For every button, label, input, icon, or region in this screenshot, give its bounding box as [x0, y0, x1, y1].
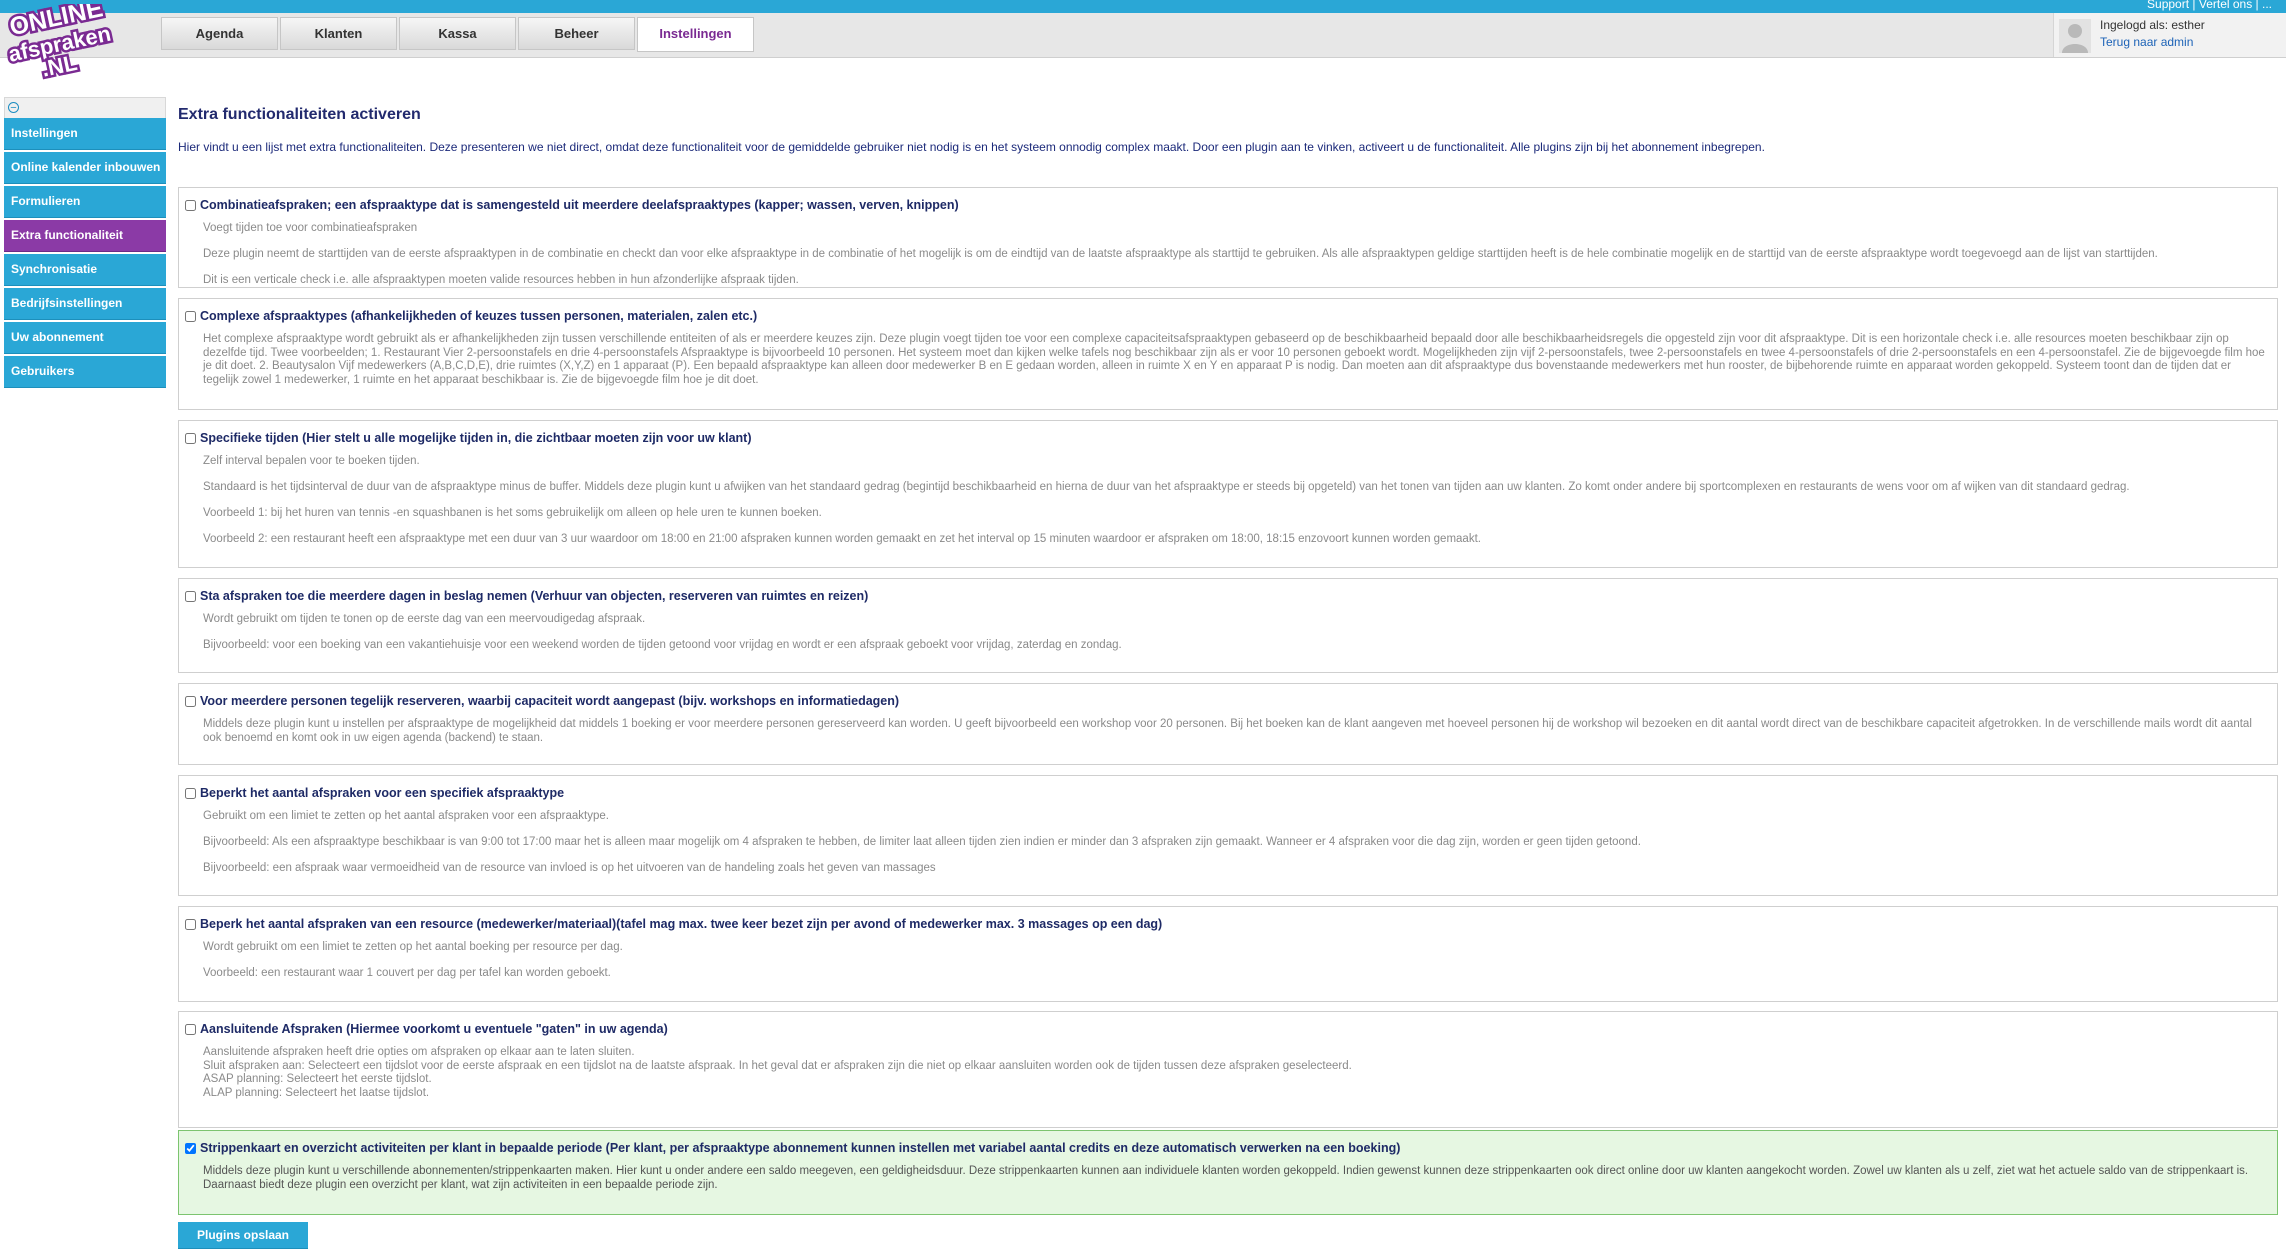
main-nav-tabs: Agenda Klanten Kassa Beheer Instellingen [161, 17, 756, 52]
plugin-description: Zelf interval bepalen voor te boeken tij… [203, 455, 2265, 547]
sidebar-item-bedrijfsinstellingen[interactable]: Bedrijfsinstellingen [4, 288, 166, 320]
plugin-desc-line: Standaard is het tijdsinterval de duur v… [203, 481, 2130, 493]
main-content: Extra functionaliteiten activeren Hier v… [178, 104, 2280, 155]
sidebar-item-instellingen[interactable]: Instellingen [4, 118, 166, 150]
minus-circle-icon[interactable]: − [8, 102, 19, 114]
plugin-aansluitende-afspraken: Aansluitende Afspraken (Hiermee voorkomt… [178, 1011, 2278, 1128]
user-box: Ingelogd als: esther Terug naar admin [2053, 13, 2286, 57]
plugin-desc-line: Voorbeeld 1: bij het huren van tennis -e… [203, 507, 822, 519]
plugin-desc-line: Bijvoorbeeld: voor een boeking van een v… [203, 639, 1122, 651]
plugin-checkbox[interactable] [185, 199, 196, 211]
plugin-desc-line: Dit is een verticale check i.e. alle afs… [203, 274, 799, 286]
plugin-checkbox[interactable] [185, 787, 196, 799]
tab-klanten[interactable]: Klanten [280, 17, 397, 50]
plugin-checkbox[interactable] [185, 1023, 196, 1035]
plugin-title: Strippenkaart en overzicht activiteiten … [200, 1141, 1401, 1155]
sidebar-item-online-kalender[interactable]: Online kalender inbouwen [4, 152, 166, 184]
plugin-checkbox[interactable] [185, 590, 196, 602]
back-to-admin-link[interactable]: Terug naar admin [2100, 35, 2193, 49]
plugin-title: Beperk het aantal afspraken van een reso… [200, 917, 1163, 931]
plugin-checkbox[interactable] [185, 918, 196, 930]
sidebar: − Instellingen Online kalender inbouwen … [4, 97, 166, 390]
logged-in-label: Ingelogd als: esther [2100, 18, 2205, 32]
plugin-description: Voegt tijden toe voor combinatieafsprake… [203, 222, 2265, 288]
plugin-desc-line: Middels deze plugin kunt u instellen per… [203, 718, 2252, 744]
plugin-desc-line: Wordt gebruikt om tijden te tonen op de … [203, 613, 646, 625]
tab-agenda[interactable]: Agenda [161, 17, 278, 50]
plugin-title: Complexe afspraaktypes (afhankelijkheden… [200, 309, 758, 323]
sidebar-item-formulieren[interactable]: Formulieren [4, 186, 166, 218]
plugin-title: Sta afspraken toe die meerdere dagen in … [200, 589, 869, 603]
sidebar-item-abonnement[interactable]: Uw abonnement [4, 322, 166, 354]
plugin-desc-line: Sluit afspraken aan: Selecteert een tijd… [203, 1059, 1352, 1072]
plugin-desc-line: Voegt tijden toe voor combinatieafsprake… [203, 222, 418, 234]
sidebar-item-gebruikers[interactable]: Gebruikers [4, 356, 166, 388]
plugin-description: Aansluitende afspraken heeft drie opties… [203, 1046, 2265, 1100]
tab-instellingen[interactable]: Instellingen [637, 17, 754, 52]
plugin-strippenkaart: Strippenkaart en overzicht activiteiten … [178, 1130, 2278, 1215]
top-stripe: Support | Vertel ons | ... [0, 0, 2286, 13]
plugin-header[interactable]: Strippenkaart en overzicht activiteiten … [185, 1141, 1400, 1155]
plugin-header[interactable]: Complexe afspraaktypes (afhankelijkheden… [185, 309, 757, 323]
plugin-desc-line: Zelf interval bepalen voor te boeken tij… [203, 455, 420, 467]
plugin-beperk-resource: Beperk het aantal afspraken van een reso… [178, 906, 2278, 1002]
plugin-desc-line: Het complexe afspraaktype wordt gebruikt… [203, 333, 2265, 386]
save-plugins-button[interactable]: Plugins opslaan [178, 1222, 308, 1249]
plugin-header[interactable]: Voor meerdere personen tegelijk reserver… [185, 694, 899, 708]
plugin-desc-line: ASAP planning: Selecteert het eerste tij… [203, 1073, 432, 1085]
tab-beheer[interactable]: Beheer [518, 17, 635, 50]
page-intro: Hier vindt u een lijst met extra functio… [178, 140, 1765, 154]
plugin-title: Beperkt het aantal afspraken voor een sp… [200, 786, 565, 800]
top-links[interactable]: Support | Vertel ons | ... [2147, 0, 2272, 11]
logo[interactable]: ONLINE afspraken .NL [6, 4, 126, 80]
logo-mark: ONLINE afspraken .NL [6, 4, 116, 80]
plugin-description: Het complexe afspraaktype wordt gebruikt… [203, 333, 2265, 387]
plugin-combinatieafspraken: Combinatieafspraken; een afspraaktype da… [178, 187, 2278, 288]
plugin-header[interactable]: Beperkt het aantal afspraken voor een sp… [185, 786, 564, 800]
plugin-desc-line: ALAP planning: Selecteert het laatse tij… [203, 1086, 430, 1099]
user-avatar-icon [2059, 19, 2091, 53]
plugin-checkbox[interactable] [185, 432, 196, 444]
plugin-checkbox[interactable] [185, 1142, 196, 1154]
plugin-beperkt-afspraaktype: Beperkt het aantal afspraken voor een sp… [178, 775, 2278, 896]
plugin-desc-line: Middels deze plugin kunt u verschillende… [203, 1165, 2249, 1191]
plugin-header[interactable]: Sta afspraken toe die meerdere dagen in … [185, 589, 868, 603]
plugin-desc-line: Bijvoorbeeld: een afspraak waar vermoeid… [203, 862, 936, 874]
plugin-description: Wordt gebruikt om tijden te tonen op de … [203, 613, 2265, 653]
tab-kassa[interactable]: Kassa [399, 17, 516, 50]
plugin-desc-line: Aansluitende afspraken heeft drie opties… [203, 1046, 635, 1058]
plugin-desc-line: Gebruikt om een limiet te zetten op het … [203, 810, 609, 822]
plugin-description: Wordt gebruikt om een limiet te zetten o… [203, 941, 2265, 981]
plugin-checkbox[interactable] [185, 310, 196, 322]
plugin-desc-line: Voorbeeld: een restaurant waar 1 couvert… [203, 967, 611, 979]
plugin-title: Aansluitende Afspraken (Hiermee voorkomt… [200, 1022, 668, 1036]
plugin-description: Middels deze plugin kunt u verschillende… [203, 1165, 2265, 1192]
plugin-header[interactable]: Beperk het aantal afspraken van een reso… [185, 917, 1162, 931]
plugin-header[interactable]: Aansluitende Afspraken (Hiermee voorkomt… [185, 1022, 668, 1036]
plugin-title: Voor meerdere personen tegelijk reserver… [200, 694, 900, 708]
plugin-header[interactable]: Specifieke tijden (Hier stelt u alle mog… [185, 431, 752, 445]
plugin-complexe-afspraaktypes: Complexe afspraaktypes (afhankelijkheden… [178, 298, 2278, 410]
plugin-meerdere-dagen: Sta afspraken toe die meerdere dagen in … [178, 578, 2278, 673]
plugin-description: Middels deze plugin kunt u instellen per… [203, 718, 2265, 745]
plugin-title: Combinatieafspraken; een afspraaktype da… [200, 198, 959, 212]
plugin-title: Specifieke tijden (Hier stelt u alle mog… [200, 431, 752, 445]
sidebar-item-synchronisatie[interactable]: Synchronisatie [4, 254, 166, 286]
plugin-header[interactable]: Combinatieafspraken; een afspraaktype da… [185, 198, 959, 212]
plugin-checkbox[interactable] [185, 695, 196, 707]
page-title: Extra functionaliteiten activeren [178, 106, 421, 123]
sidebar-item-extra-functionaliteit[interactable]: Extra functionaliteit [4, 220, 166, 252]
plugin-desc-line: Bijvoorbeeld: Als een afspraaktype besch… [203, 836, 1641, 848]
plugin-specifieke-tijden: Specifieke tijden (Hier stelt u alle mog… [178, 420, 2278, 568]
plugin-desc-line: Voorbeeld 2: een restaurant heeft een af… [203, 533, 1481, 545]
plugin-description: Gebruikt om een limiet te zetten op het … [203, 810, 2265, 876]
sidebar-collapse[interactable]: − [4, 97, 166, 118]
plugin-meerdere-personen: Voor meerdere personen tegelijk reserver… [178, 683, 2278, 765]
plugin-desc-line: Wordt gebruikt om een limiet te zetten o… [203, 941, 623, 953]
plugin-desc-line: Deze plugin neemt de starttijden van de … [203, 248, 2158, 260]
